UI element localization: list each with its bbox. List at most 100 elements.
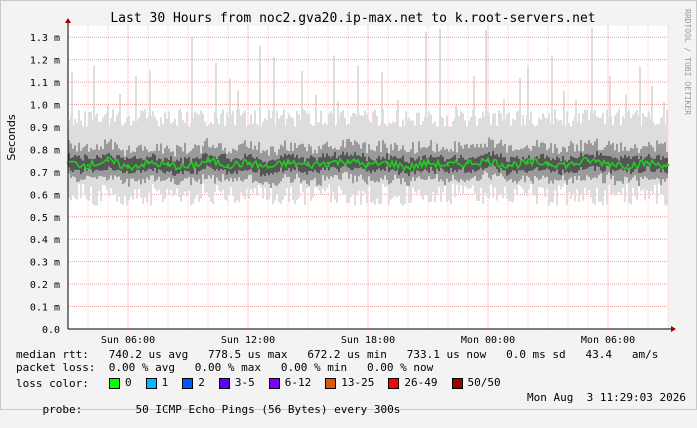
legend-item-6-12: 6-12 xyxy=(268,377,311,389)
y-axis-arrow xyxy=(65,18,71,23)
x-tick-label: Sun 12:00 xyxy=(221,335,275,346)
smoke-band-core xyxy=(482,155,484,171)
median-rtt-point xyxy=(606,161,610,165)
y-axis-label: Seconds xyxy=(5,114,18,160)
median-rtt-point xyxy=(206,159,210,162)
smoke-band-core xyxy=(244,153,246,170)
legend-items: 0 1 2 3-5 6-12 13-25 26-49 50/50 xyxy=(109,377,515,392)
smoke-band-core xyxy=(186,158,188,172)
smoke-band-outer xyxy=(222,109,224,190)
smoke-band-core xyxy=(362,152,364,169)
median-rtt-stats: median rtt: 740.2 us avg 778.5 us max 67… xyxy=(16,348,659,361)
smoke-band-core xyxy=(552,158,554,172)
smoke-band-core xyxy=(460,154,462,170)
smoke-band-core xyxy=(596,151,598,167)
y-tick-label: 0.1 m xyxy=(30,303,60,314)
smoke-band-core xyxy=(322,153,324,168)
median-rtt-point xyxy=(486,159,490,162)
probe-label: probe: xyxy=(42,403,83,416)
legend-label: 3-5 xyxy=(234,376,255,389)
smoke-band-core xyxy=(110,155,112,168)
smoke-band-core xyxy=(558,158,560,175)
median-rtt-point xyxy=(126,166,130,169)
smoke-band-core xyxy=(372,160,374,171)
median-rtt-point xyxy=(406,166,410,169)
legend-item-2: 2 xyxy=(182,377,205,389)
median-rtt-point xyxy=(166,163,170,167)
legend-swatch xyxy=(218,377,230,389)
median-rtt-point xyxy=(506,163,510,167)
legend-label: 50/50 xyxy=(467,376,501,389)
legend-swatch xyxy=(451,377,463,389)
smoke-band-core xyxy=(262,162,264,175)
median-rtt-point xyxy=(346,159,350,162)
median-rtt-point xyxy=(566,163,570,167)
legend-swatch xyxy=(109,377,120,389)
y-tick-label: 0.8 m xyxy=(30,145,60,156)
x-axis-arrow xyxy=(671,326,676,332)
smoke-band-core xyxy=(116,155,118,170)
x-tick-label: Mon 00:00 xyxy=(461,335,515,346)
median-rtt-point xyxy=(586,159,590,162)
median-rtt-point xyxy=(426,161,430,165)
legend-swatch xyxy=(145,377,157,389)
smoke-band-core xyxy=(576,158,578,173)
legend-label: 2 xyxy=(198,376,205,389)
smoke-band-core xyxy=(70,158,72,171)
legend-swatch xyxy=(268,377,280,389)
median-rtt-point xyxy=(246,161,250,165)
median-rtt-point xyxy=(326,161,330,165)
y-tick-label: 1.3 m xyxy=(30,33,60,44)
packet-loss-stats: packet loss: 0.00 % avg 0.00 % max 0.00 … xyxy=(16,361,434,374)
smoke-band-core xyxy=(220,154,222,169)
smoke-band-core xyxy=(628,156,630,170)
smoke-band-core xyxy=(640,155,642,173)
median-rtt-point xyxy=(186,166,190,169)
x-tick-label: Mon 06:00 xyxy=(581,335,635,346)
smoke-band-core xyxy=(474,158,476,172)
probe-timestamp: Mon Aug 3 11:29:03 2026 xyxy=(527,391,686,404)
smoke-band-core xyxy=(568,160,570,173)
median-rtt-point xyxy=(306,163,310,167)
smoke-band-core xyxy=(478,156,480,170)
smoke-band-core xyxy=(378,156,380,169)
smoke-band-core xyxy=(522,156,524,170)
legend-label: 13-25 xyxy=(341,376,375,389)
legend-item-1: 1 xyxy=(145,376,169,389)
median-rtt-point xyxy=(146,161,150,165)
median-rtt-point xyxy=(86,163,90,167)
legend-item-3-5: 3-5 xyxy=(218,376,255,389)
smoke-band-core xyxy=(384,158,386,171)
legend-item-13-25: 13-25 xyxy=(325,377,374,389)
smoke-band-core xyxy=(104,155,106,171)
median-rtt-point xyxy=(386,161,390,165)
legend-label: 26-49 xyxy=(404,376,438,389)
legend-swatch xyxy=(182,377,194,389)
median-rtt-point xyxy=(266,166,270,169)
smoke-band-core xyxy=(96,155,98,170)
smoke-band-core xyxy=(334,151,336,168)
y-tick-label: 1.0 m xyxy=(30,101,60,112)
smoke-band-core xyxy=(176,159,178,174)
smoke-band-core xyxy=(584,154,586,170)
median-rtt-point xyxy=(546,161,550,165)
y-tick-label: 0.5 m xyxy=(30,213,60,224)
legend-label: 1 xyxy=(161,376,169,389)
median-rtt-point xyxy=(226,163,230,167)
legend-label: 0 xyxy=(125,376,132,389)
rrdtool-watermark: RRDTOOL / TOBI OETIKER xyxy=(683,9,692,115)
median-rtt-point xyxy=(646,161,650,165)
median-rtt-point xyxy=(366,163,370,167)
smoke-band-core xyxy=(298,158,300,171)
smoke-band-core xyxy=(204,152,206,169)
y-tick-label: 0.0 xyxy=(42,325,60,336)
legend-swatch xyxy=(388,377,400,389)
legend-item-50/50: 50/50 xyxy=(451,376,501,389)
y-tick-label: 1.2 m xyxy=(30,56,60,67)
smoke-band-core xyxy=(164,157,166,174)
median-rtt-point xyxy=(526,161,530,165)
y-tick-label: 1.1 m xyxy=(30,78,60,89)
smoke-band-core xyxy=(130,158,132,174)
smokeping-graph: 0.0 0.1 m 0.2 m 0.3 m 0.4 m 0.5 m 0.6 m 0.7 m 0.… xyxy=(0,0,697,416)
smoke-band-core xyxy=(450,158,452,168)
